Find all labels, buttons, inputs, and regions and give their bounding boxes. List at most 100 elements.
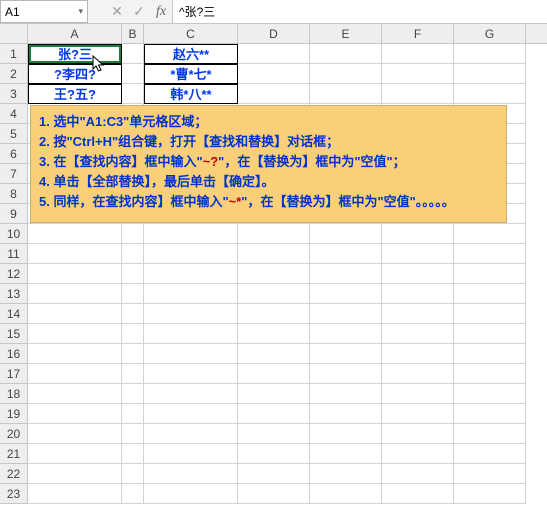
cell-A11[interactable] [28,244,122,264]
row-header-22[interactable]: 22 [0,464,28,484]
cell-B11[interactable] [122,244,144,264]
cell-B14[interactable] [122,304,144,324]
cell-A3[interactable]: 王?五? [28,84,122,104]
row-header-21[interactable]: 21 [0,444,28,464]
cell-E1[interactable] [310,44,382,64]
cell-E3[interactable] [310,84,382,104]
cell-D22[interactable] [238,464,310,484]
cell-C17[interactable] [144,364,238,384]
cell-C12[interactable] [144,264,238,284]
cell-B18[interactable] [122,384,144,404]
cell-F14[interactable] [382,304,454,324]
col-header-B[interactable]: B [122,24,144,43]
col-header-F[interactable]: F [382,24,454,43]
select-all-corner[interactable] [0,24,28,43]
cell-E15[interactable] [310,324,382,344]
row-header-2[interactable]: 2 [0,64,28,84]
row-header-9[interactable]: 9 [0,204,28,224]
cell-G13[interactable] [454,284,526,304]
cell-G14[interactable] [454,304,526,324]
cell-G15[interactable] [454,324,526,344]
cell-E18[interactable] [310,384,382,404]
cell-B2[interactable] [122,64,144,84]
col-header-D[interactable]: D [238,24,310,43]
col-header-G[interactable]: G [454,24,526,43]
row-header-14[interactable]: 14 [0,304,28,324]
cell-F1[interactable] [382,44,454,64]
cell-D1[interactable] [238,44,310,64]
cell-D12[interactable] [238,264,310,284]
cell-D14[interactable] [238,304,310,324]
cell-A2[interactable]: ?李四? [28,64,122,84]
cell-A1[interactable]: 张?三 [28,44,122,64]
row-header-8[interactable]: 8 [0,184,28,204]
cell-D3[interactable] [238,84,310,104]
row-header-23[interactable]: 23 [0,484,28,504]
cell-F16[interactable] [382,344,454,364]
cell-F3[interactable] [382,84,454,104]
cell-C2[interactable]: *曹*七* [144,64,238,84]
cell-C22[interactable] [144,464,238,484]
cell-A12[interactable] [28,264,122,284]
row-header-16[interactable]: 16 [0,344,28,364]
col-header-E[interactable]: E [310,24,382,43]
cell-A17[interactable] [28,364,122,384]
cell-B15[interactable] [122,324,144,344]
cell-C23[interactable] [144,484,238,504]
cell-E12[interactable] [310,264,382,284]
cell-C19[interactable] [144,404,238,424]
row-header-5[interactable]: 5 [0,124,28,144]
formula-bar-input[interactable]: ^张?三 [172,0,547,23]
cell-D18[interactable] [238,384,310,404]
row-header-15[interactable]: 15 [0,324,28,344]
cell-D21[interactable] [238,444,310,464]
cell-F17[interactable] [382,364,454,384]
cell-D11[interactable] [238,244,310,264]
row-header-3[interactable]: 3 [0,84,28,104]
cell-C10[interactable] [144,224,238,244]
cell-E19[interactable] [310,404,382,424]
cell-E23[interactable] [310,484,382,504]
cell-G22[interactable] [454,464,526,484]
name-box-dropdown-icon[interactable]: ▾ [78,6,83,17]
cell-C20[interactable] [144,424,238,444]
cell-E16[interactable] [310,344,382,364]
cell-C14[interactable] [144,304,238,324]
cell-B1[interactable] [122,44,144,64]
cell-E20[interactable] [310,424,382,444]
cell-F23[interactable] [382,484,454,504]
cell-A14[interactable] [28,304,122,324]
cell-C3[interactable]: 韩*八** [144,84,238,104]
cell-G17[interactable] [454,364,526,384]
row-header-19[interactable]: 19 [0,404,28,424]
row-header-1[interactable]: 1 [0,44,28,64]
cell-A20[interactable] [28,424,122,444]
cell-A21[interactable] [28,444,122,464]
col-header-A[interactable]: A [28,24,122,43]
cell-F22[interactable] [382,464,454,484]
cell-B13[interactable] [122,284,144,304]
row-header-20[interactable]: 20 [0,424,28,444]
cell-D20[interactable] [238,424,310,444]
cell-G3[interactable] [454,84,526,104]
cell-A15[interactable] [28,324,122,344]
row-header-12[interactable]: 12 [0,264,28,284]
cell-D23[interactable] [238,484,310,504]
cell-D15[interactable] [238,324,310,344]
cell-G11[interactable] [454,244,526,264]
row-header-17[interactable]: 17 [0,364,28,384]
name-box[interactable]: A1 ▾ [0,0,88,23]
cell-F2[interactable] [382,64,454,84]
cell-A16[interactable] [28,344,122,364]
cell-E13[interactable] [310,284,382,304]
cell-B20[interactable] [122,424,144,444]
cell-C16[interactable] [144,344,238,364]
cell-G20[interactable] [454,424,526,444]
cell-G19[interactable] [454,404,526,424]
cell-C1[interactable]: 赵六** [144,44,238,64]
cell-A18[interactable] [28,384,122,404]
cell-G12[interactable] [454,264,526,284]
fx-icon[interactable]: fx [150,4,172,20]
cell-A10[interactable] [28,224,122,244]
cell-E14[interactable] [310,304,382,324]
